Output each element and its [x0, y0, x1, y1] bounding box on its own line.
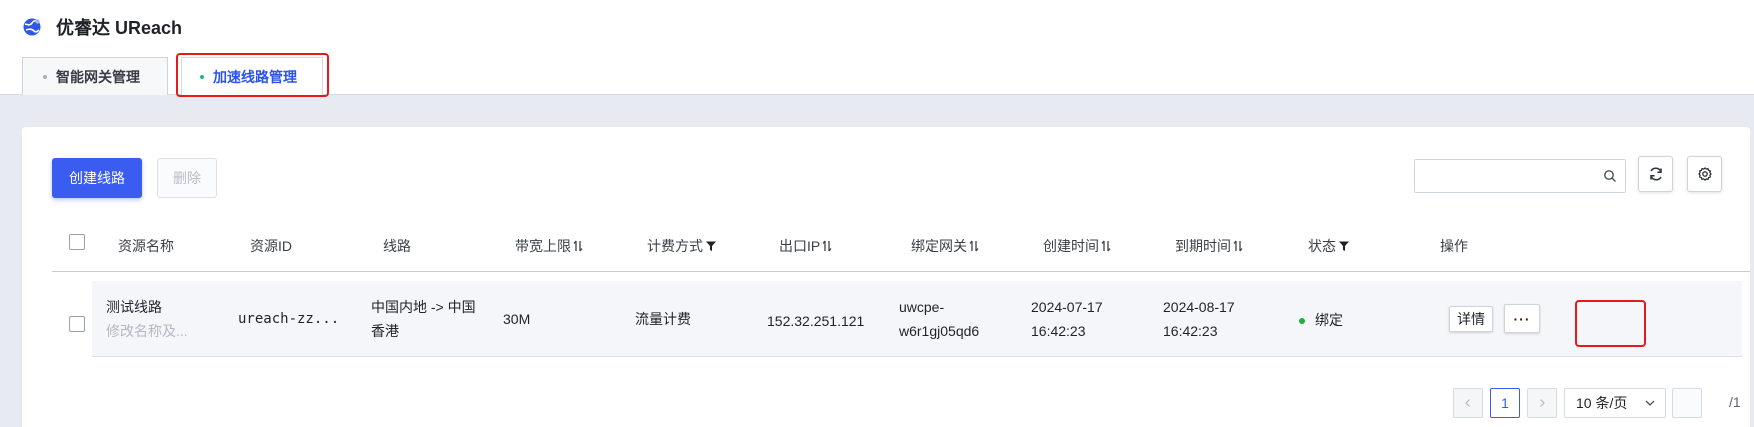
- chevron-left-icon: [1465, 399, 1470, 407]
- app-title: 优睿达 UReach: [56, 18, 183, 38]
- sort-icon[interactable]: [1233, 240, 1243, 252]
- column-header-ip[interactable]: 出口IP: [779, 236, 832, 256]
- create-line-button[interactable]: 创建线路: [52, 158, 142, 198]
- more-actions-button[interactable]: ···: [1504, 304, 1540, 333]
- resource-name: 测试线路: [106, 299, 162, 315]
- page-size-select[interactable]: 10 条/页: [1564, 388, 1666, 418]
- cell-billing: 流量计费: [635, 311, 691, 327]
- filter-icon[interactable]: [705, 240, 717, 252]
- column-header-name: 资源名称: [118, 238, 174, 254]
- column-header-route: 线路: [383, 238, 411, 254]
- cell-bandwidth: 30M: [503, 311, 531, 327]
- status-dot-icon: [1299, 318, 1305, 325]
- gear-icon: [1697, 167, 1712, 181]
- cell-resource-id: ureach-zz...: [238, 311, 340, 327]
- column-header-bandwidth[interactable]: 带宽上限: [515, 236, 583, 256]
- column-header-status[interactable]: 状态: [1308, 236, 1350, 256]
- sort-icon[interactable]: [573, 240, 583, 252]
- cell-status: 绑定: [1299, 308, 1343, 332]
- cell-expire-time: 2024-08-17 16:42:23: [1163, 299, 1235, 339]
- tab-label: 加速线路管理: [213, 68, 297, 85]
- globe-logo-icon: [23, 18, 41, 36]
- sort-icon[interactable]: [1101, 240, 1111, 252]
- delete-button: 删除: [157, 158, 217, 198]
- cell-name: 测试线路 修改名称及...: [106, 295, 188, 343]
- tab-gateway-management[interactable]: 智能网关管理: [22, 57, 168, 95]
- table-header: 资源名称 资源ID 线路 带宽上限 计费方式 出口IP 绑定网关 创建时间 到期…: [52, 216, 1750, 272]
- cell-created-time: 2024-07-17 16:42:23: [1031, 299, 1103, 339]
- tab-label: 智能网关管理: [56, 68, 140, 85]
- table-row: 测试线路 修改名称及... ureach-zz... 中国内地 -> 中国 香港…: [92, 281, 1742, 357]
- brand: 优睿达 UReach: [22, 14, 182, 40]
- page-number-button[interactable]: 1: [1490, 388, 1520, 418]
- cell-egress-ip: 152.32.251.121: [767, 313, 865, 329]
- tab-line-management[interactable]: 加速线路管理: [181, 57, 323, 96]
- sort-icon[interactable]: [822, 240, 832, 252]
- next-page-button[interactable]: [1527, 388, 1557, 418]
- column-header-id: 资源ID: [250, 238, 292, 254]
- total-pages-label: /1: [1729, 394, 1741, 410]
- filter-icon[interactable]: [1338, 240, 1350, 252]
- tab-dot: [43, 74, 47, 79]
- refresh-icon: [1649, 167, 1662, 181]
- sort-icon[interactable]: [969, 240, 979, 252]
- cell-gateway: uwcpe- w6r1gj05qd6: [899, 299, 980, 339]
- main-card: 创建线路 删除 资源名称 资源ID 线路 带宽上限 计费方式 出口IP 绑定网关…: [22, 127, 1750, 427]
- chevron-right-icon: [1540, 399, 1545, 407]
- tab-dot: [200, 74, 204, 79]
- page-size-label: 10 条/页: [1576, 395, 1628, 411]
- detail-button[interactable]: 详情: [1449, 306, 1493, 332]
- chevron-down-icon: [1645, 400, 1655, 406]
- settings-button[interactable]: [1687, 156, 1722, 192]
- select-all-checkbox[interactable]: [69, 234, 85, 250]
- column-header-actions: 操作: [1440, 238, 1468, 254]
- search-icon[interactable]: [1603, 169, 1617, 183]
- search-input[interactable]: [1414, 159, 1626, 193]
- rename-hint-link[interactable]: 修改名称及...: [106, 319, 188, 343]
- prev-page-button[interactable]: [1453, 388, 1483, 418]
- status-badge: 绑定: [1315, 312, 1343, 328]
- refresh-button[interactable]: [1638, 156, 1673, 192]
- cell-route: 中国内地 -> 中国 香港: [371, 299, 476, 339]
- top-bar: 优睿达 UReach 智能网关管理 加速线路管理: [0, 0, 1754, 96]
- column-header-billing[interactable]: 计费方式: [647, 236, 717, 256]
- column-header-gateway[interactable]: 绑定网关: [911, 236, 979, 256]
- column-header-created[interactable]: 创建时间: [1043, 236, 1111, 256]
- page-jump-input[interactable]: [1672, 388, 1702, 418]
- row-checkbox[interactable]: [69, 316, 85, 332]
- column-header-expire[interactable]: 到期时间: [1175, 236, 1243, 256]
